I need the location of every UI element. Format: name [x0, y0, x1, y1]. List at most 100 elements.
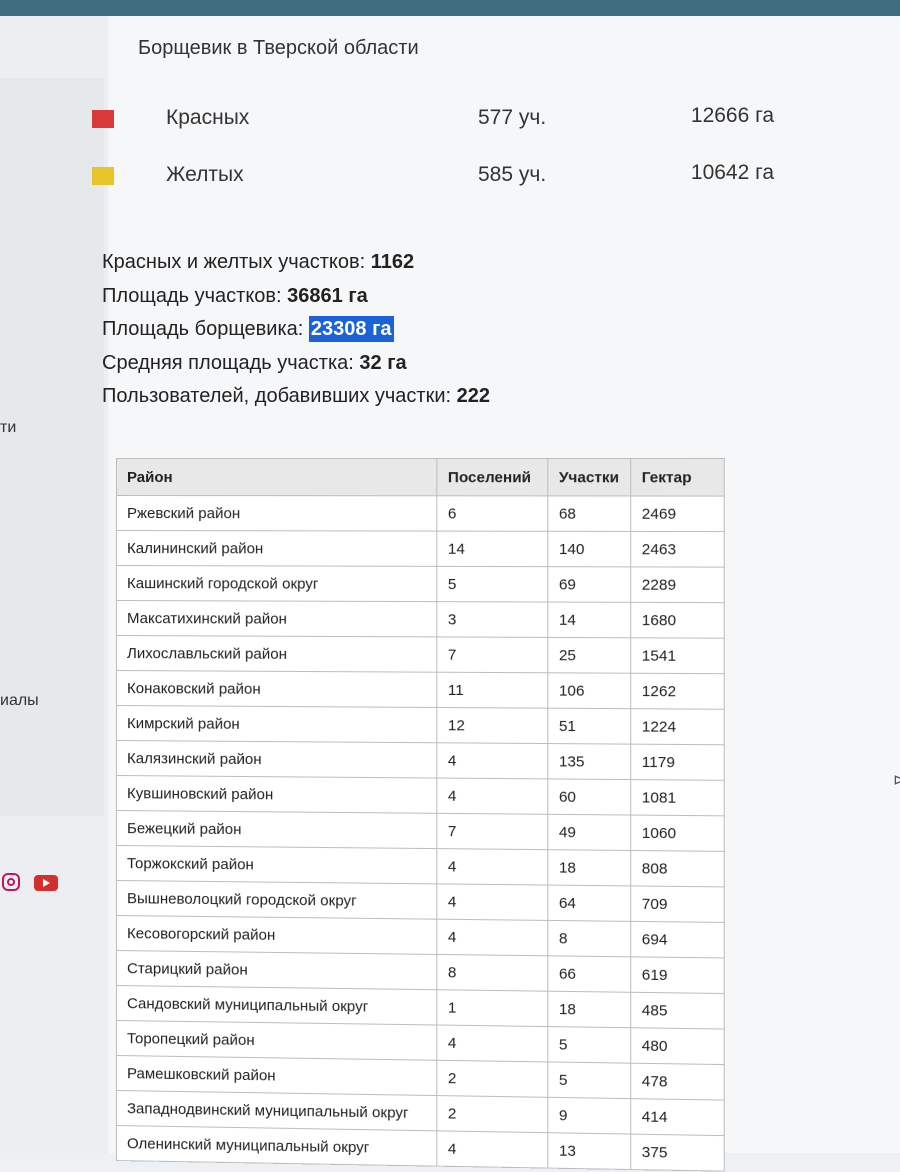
cell-hectares: 1224: [631, 709, 724, 745]
cell-plots: 14: [548, 602, 631, 638]
stat-label: Красных и желтых участков:: [102, 251, 365, 273]
cell-district: Максатихинский район: [116, 601, 437, 637]
stat-hogweed: Площадь борщевика: 23308 га: [102, 313, 490, 347]
sidebar-item-partial-1[interactable]: ти: [0, 419, 16, 437]
cell-hectares: 808: [631, 850, 724, 886]
cell-settlements: 4: [437, 1131, 548, 1168]
cell-district: Калининский район: [116, 531, 437, 567]
cell-district: Кувшиновский район: [116, 776, 437, 814]
cell-settlements: 4: [437, 919, 548, 956]
cell-district: Западнодвинский муниципальный округ: [116, 1091, 437, 1131]
legend-area: 12666 га: [691, 104, 774, 128]
cell-hectares: 1179: [631, 744, 724, 780]
cell-plots: 66: [548, 956, 631, 992]
districts-table: Район Поселений Участки Гектар Ржевский …: [116, 458, 725, 1172]
stat-label: Площадь участков:: [102, 285, 282, 307]
table-row: Кашинский городской округ 5 69 2289: [116, 566, 724, 603]
summary-stats: Красных и желтых участков: 1162 Площадь …: [102, 246, 490, 414]
cell-plots: 60: [548, 779, 631, 815]
legend-label: Красных: [166, 106, 249, 130]
cell-settlements: 4: [437, 849, 548, 885]
legend-label: Желтых: [166, 163, 244, 187]
stat-plots: Красных и желтых участков: 1162: [102, 246, 490, 280]
cell-settlements: 8: [437, 954, 548, 991]
legend-yellow: Желтых 585 уч. 10642 га: [92, 161, 792, 191]
cell-settlements: 12: [437, 707, 548, 743]
cell-hectares: 1081: [631, 780, 724, 816]
cell-hectares: 1060: [631, 815, 724, 851]
cell-settlements: 4: [437, 884, 548, 921]
cell-hectares: 414: [631, 1099, 724, 1136]
cell-hectares: 1680: [631, 602, 724, 638]
stat-value: 32 га: [359, 352, 406, 374]
legend-red: Красных 577 уч. 12666 га: [92, 104, 792, 134]
cell-settlements: 14: [437, 531, 548, 567]
stat-label: Площадь борщевика:: [102, 318, 303, 340]
cell-district: Старицкий район: [116, 951, 437, 990]
table-row: Максатихинский район 3 14 1680: [116, 601, 724, 639]
stat-users: Пользователей, добавивших участки: 222: [102, 380, 490, 414]
cell-settlements: 11: [437, 672, 548, 708]
stat-value: 36861 га: [287, 285, 368, 307]
cell-settlements: 3: [437, 602, 548, 638]
cell-settlements: 4: [437, 1025, 548, 1062]
youtube-icon[interactable]: [34, 875, 58, 891]
cell-district: Кимрский район: [116, 706, 437, 743]
col-header-hectares[interactable]: Гектар: [631, 459, 724, 497]
cell-plots: 13: [548, 1133, 631, 1170]
cell-plots: 140: [548, 531, 631, 567]
sidebar-item-partial-2[interactable]: иалы: [0, 692, 39, 710]
cell-settlements: 1: [437, 990, 548, 1027]
table-row: Бежецкий район 7 49 1060: [116, 811, 724, 852]
cell-plots: 25: [548, 637, 631, 673]
cell-plots: 106: [548, 673, 631, 709]
cell-hectares: 1541: [631, 638, 724, 674]
stat-value: 222: [457, 385, 490, 407]
cell-hectares: 694: [631, 921, 724, 958]
table-row: Лихославльский район 7 25 1541: [116, 636, 724, 674]
table-row: Кувшиновский район 4 60 1081: [116, 776, 724, 816]
table-row: Калязинский район 4 135 1179: [116, 741, 724, 781]
col-header-district[interactable]: Район: [116, 459, 437, 496]
cell-district: Торопецкий район: [116, 1021, 437, 1061]
table-row: Калининский район 14 140 2463: [116, 531, 724, 568]
stat-label: Пользователей, добавивших участки:: [102, 385, 451, 407]
cell-district: Вышневолоцкий городской округ: [116, 881, 437, 920]
cell-hectares: 2463: [631, 531, 724, 567]
cell-hectares: 1262: [631, 673, 724, 709]
legend-area: 10642 га: [691, 161, 774, 185]
cell-settlements: 4: [437, 778, 548, 814]
cell-district: Торжокский район: [116, 846, 437, 884]
col-header-plots[interactable]: Участки: [548, 459, 631, 496]
districts-table-container: Район Поселений Участки Гектар Ржевский …: [116, 458, 730, 1169]
cell-plots: 9: [548, 1097, 631, 1134]
cell-settlements: 5: [437, 566, 548, 602]
cell-district: Оленинский муниципальный округ: [116, 1126, 437, 1167]
cell-plots: 5: [548, 1027, 631, 1064]
cell-plots: 8: [548, 920, 631, 956]
cell-district: Калязинский район: [116, 741, 437, 779]
cell-district: Кашинский городской округ: [116, 566, 437, 602]
cell-district: Сандовский муниципальный округ: [116, 986, 437, 1026]
cell-hectares: 619: [631, 957, 724, 994]
cell-hectares: 2469: [631, 496, 724, 532]
stat-avg: Средняя площадь участка: 32 га: [102, 347, 490, 381]
instagram-icon[interactable]: [2, 873, 20, 891]
legend-count: 585 уч.: [478, 163, 546, 187]
cell-plots: 64: [548, 885, 631, 921]
cell-hectares: 480: [631, 1028, 724, 1065]
cell-plots: 18: [548, 991, 631, 1028]
col-header-settlements[interactable]: Поселений: [437, 459, 548, 496]
cell-district: Ржевский район: [116, 496, 437, 532]
cell-district: Рамешковский район: [116, 1056, 437, 1096]
table-row: Ржевский район 6 68 2469: [116, 496, 724, 532]
cell-plots: 5: [548, 1062, 631, 1099]
cell-settlements: 2: [437, 1096, 548, 1133]
scroll-edge-marker: ⊳: [893, 770, 900, 790]
cell-hectares: 485: [631, 992, 724, 1029]
social-links: [2, 873, 58, 891]
stat-value-selected[interactable]: 23308 га: [309, 316, 394, 342]
cell-district: Лихославльский район: [116, 636, 437, 673]
cell-district: Конаковский район: [116, 671, 437, 708]
cell-plots: 68: [548, 496, 631, 532]
